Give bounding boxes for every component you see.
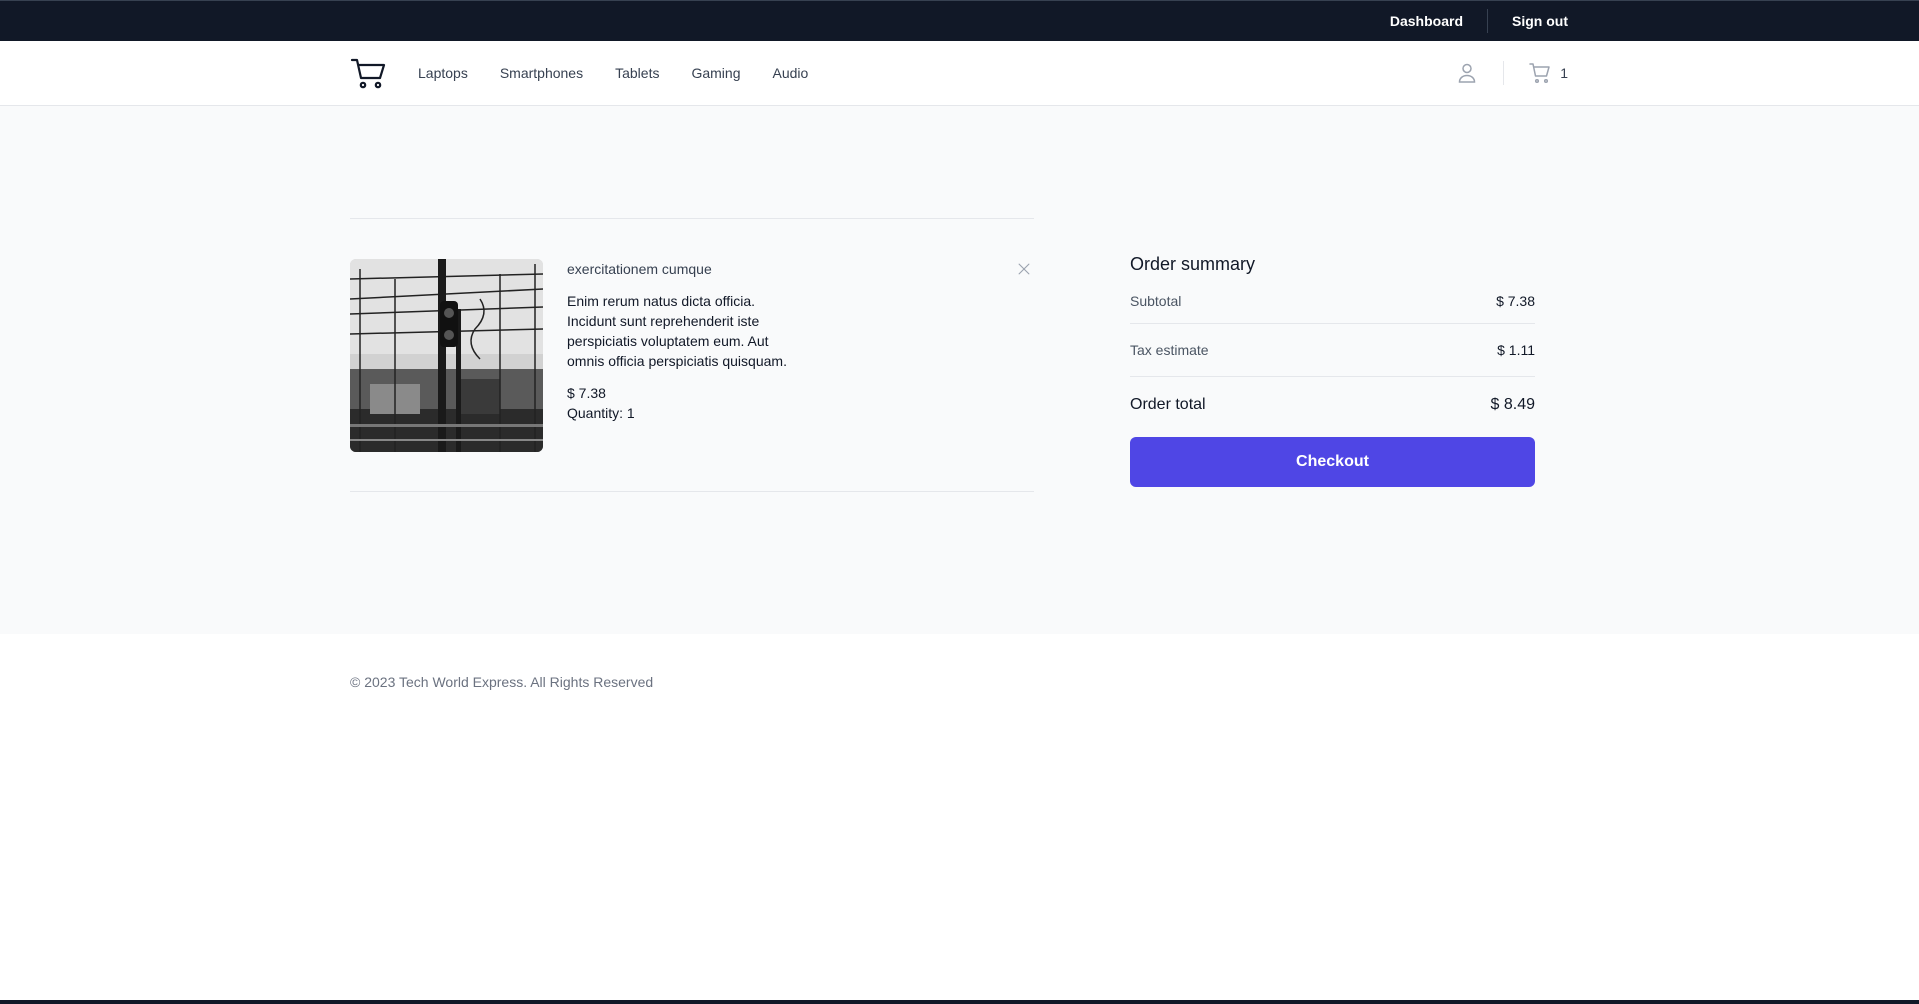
subtotal-label: Subtotal <box>1130 292 1182 309</box>
shopping-cart-icon[interactable] <box>350 55 386 91</box>
order-total-label: Order total <box>1130 396 1206 413</box>
product-image[interactable] <box>350 259 543 452</box>
top-bar: Dashboard Sign out <box>0 0 1919 41</box>
product-quantity: Quantity: 1 <box>567 405 635 421</box>
top-bar-divider <box>1487 9 1488 33</box>
user-icon[interactable] <box>1455 61 1479 85</box>
nav-item-laptops[interactable]: Laptops <box>418 65 468 81</box>
nav-item-gaming[interactable]: Gaming <box>691 65 740 81</box>
remove-item-button[interactable] <box>1014 261 1034 281</box>
nav-item-audio[interactable]: Audio <box>773 65 809 81</box>
tax-label: Tax estimate <box>1130 342 1209 358</box>
bottom-border <box>0 1000 1919 1004</box>
product-description: Enim rerum natus dicta officia. Incidunt… <box>567 293 787 369</box>
close-icon <box>1017 262 1031 281</box>
subtotal-row: Subtotal $ 7.38 <box>1130 278 1535 324</box>
dashboard-link[interactable]: Dashboard <box>1390 13 1463 29</box>
checkout-button[interactable]: Checkout <box>1130 437 1535 487</box>
top-bar-links: Dashboard Sign out <box>1390 1 1568 41</box>
nav-item-smartphones[interactable]: Smartphones <box>500 65 583 81</box>
cart-page: exercitationem cumque Enim rerum natus d… <box>0 106 1919 634</box>
category-nav: Laptops Smartphones Tablets Gaming Audio <box>418 41 808 105</box>
nav-item-tablets[interactable]: Tablets <box>615 65 659 81</box>
main-header: Laptops Smartphones Tablets Gaming Audio… <box>0 41 1919 106</box>
cart-button[interactable]: 1 <box>1528 61 1568 85</box>
tax-row: Tax estimate $ 1.11 <box>1130 324 1535 377</box>
tax-value: $ 1.11 <box>1497 342 1535 358</box>
sign-out-link[interactable]: Sign out <box>1512 13 1568 29</box>
order-summary-title: Order summary <box>1130 254 1256 274</box>
cart-count: 1 <box>1560 65 1568 81</box>
order-total-value: $ 8.49 <box>1490 396 1535 413</box>
cart-items-list: exercitationem cumque Enim rerum natus d… <box>350 218 1034 492</box>
product-price: $ 7.38 <box>567 385 606 401</box>
cart-icon <box>1528 61 1552 85</box>
subtotal-value: $ 7.38 <box>1496 292 1535 309</box>
header-actions: 1 <box>1455 41 1568 105</box>
copyright-text: © 2023 Tech World Express. All Rights Re… <box>350 674 654 690</box>
footer: © 2023 Tech World Express. All Rights Re… <box>0 634 1919 1000</box>
order-total-row: Order total $ 8.49 <box>1130 377 1535 433</box>
cart-item-info: exercitationem cumque Enim rerum natus d… <box>567 259 807 423</box>
product-name[interactable]: exercitationem cumque <box>567 259 807 279</box>
order-summary: Order summary Subtotal $ 7.38 Tax estima… <box>1130 250 1535 487</box>
header-divider <box>1503 61 1505 85</box>
